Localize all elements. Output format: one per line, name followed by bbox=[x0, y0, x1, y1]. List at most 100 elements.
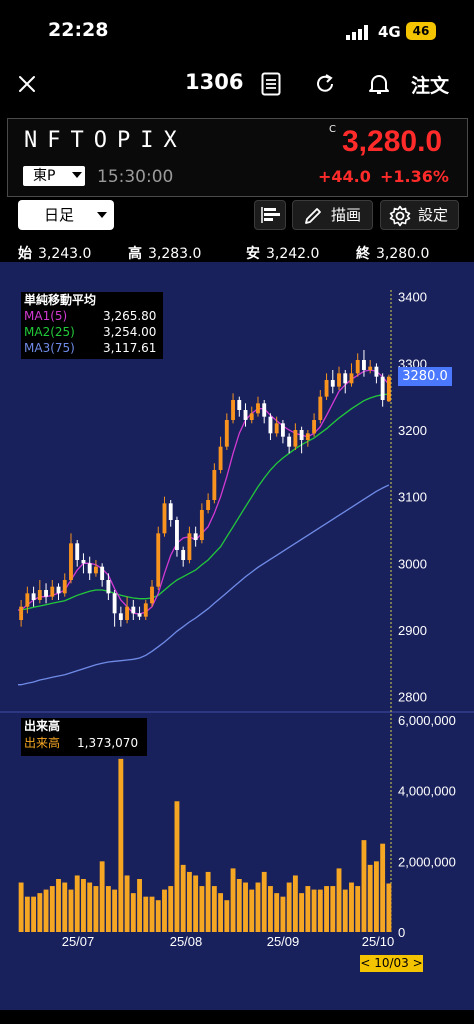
volume-bar bbox=[380, 843, 386, 932]
close-label: 終 bbox=[356, 246, 370, 262]
candle bbox=[280, 423, 285, 437]
candle bbox=[143, 603, 148, 617]
order-button[interactable]: 注文 bbox=[411, 71, 449, 98]
volume-bar bbox=[230, 868, 236, 932]
gear-icon bbox=[389, 205, 411, 227]
candle bbox=[218, 446, 223, 470]
candle bbox=[324, 380, 329, 397]
candle bbox=[212, 470, 217, 500]
volume-bar bbox=[224, 900, 230, 932]
volume-bar bbox=[211, 886, 217, 932]
volume-bar bbox=[180, 864, 186, 932]
ma2-line bbox=[18, 393, 389, 611]
status-time: 22:28 bbox=[48, 19, 109, 41]
close-icon[interactable] bbox=[18, 75, 36, 93]
candle bbox=[118, 613, 123, 620]
price-axis-tick: 2900 bbox=[398, 623, 427, 638]
candle bbox=[87, 563, 92, 574]
volume-bar bbox=[68, 889, 74, 932]
volume-bar bbox=[292, 875, 298, 932]
current-price: 3,280.0 bbox=[342, 125, 443, 158]
candle bbox=[31, 593, 36, 600]
candle bbox=[368, 366, 373, 370]
chevron-down-icon bbox=[97, 212, 107, 218]
volume-bar bbox=[373, 861, 379, 932]
volume-bar bbox=[99, 861, 105, 932]
settings-label: 設定 bbox=[418, 206, 449, 224]
close-stat: 終 3,280.0 bbox=[356, 243, 429, 263]
bottom-bar bbox=[0, 1010, 474, 1024]
candle bbox=[362, 360, 366, 370]
date-tag[interactable]: < 10/03 > bbox=[360, 955, 423, 972]
document-icon[interactable] bbox=[261, 72, 281, 96]
battery-icon: 46 bbox=[406, 22, 436, 40]
candle bbox=[37, 590, 42, 600]
volume-bar bbox=[317, 889, 323, 932]
volume-bar bbox=[56, 879, 61, 932]
candle bbox=[181, 550, 186, 560]
volume-bar bbox=[367, 864, 373, 932]
volume-bar bbox=[355, 886, 361, 932]
volume-legend: 出来高 出来高 1,373,070 bbox=[21, 718, 147, 756]
ma3-value: 3,117.61 bbox=[103, 341, 157, 355]
volume-bar bbox=[199, 886, 205, 932]
ma1-line bbox=[18, 369, 390, 615]
candle bbox=[268, 416, 273, 434]
volume-axis-tick: 0 bbox=[398, 925, 405, 940]
bell-icon[interactable] bbox=[368, 72, 390, 96]
price-axis-tick: 3200 bbox=[398, 423, 427, 438]
candle bbox=[206, 500, 211, 510]
candle bbox=[75, 543, 80, 560]
price-change-percent: +1.36% bbox=[380, 167, 449, 186]
volume-bar bbox=[74, 875, 80, 932]
indicator-button[interactable] bbox=[254, 200, 286, 230]
candle bbox=[106, 580, 111, 594]
candle bbox=[330, 380, 335, 387]
candle bbox=[224, 420, 229, 447]
date-axis-tick: 25/09 bbox=[267, 934, 300, 949]
candle bbox=[274, 423, 279, 434]
ticker-code: 1306 bbox=[185, 70, 244, 94]
candle bbox=[343, 373, 348, 384]
volume-bar bbox=[349, 882, 354, 932]
candle bbox=[137, 613, 142, 617]
draw-button[interactable]: 描画 bbox=[292, 200, 373, 230]
pencil-icon bbox=[305, 208, 321, 224]
date-axis-tick: 25/10 bbox=[362, 934, 395, 949]
volume-bar bbox=[124, 875, 130, 932]
volume-bar bbox=[342, 889, 348, 932]
candle bbox=[175, 520, 179, 550]
candle bbox=[150, 586, 154, 604]
candle bbox=[374, 366, 379, 377]
volume-bar bbox=[31, 896, 37, 932]
price-change: +44.0 bbox=[318, 167, 371, 186]
ma-legend: 単純移動平均 MA1(5) MA2(25) MA3(75) 3,265.80 3… bbox=[21, 292, 163, 359]
candle bbox=[93, 566, 98, 574]
candle bbox=[131, 606, 136, 614]
volume-bar bbox=[18, 882, 24, 932]
candle bbox=[318, 396, 323, 420]
chevron-down-icon bbox=[72, 172, 82, 178]
date-axis-tick: 25/07 bbox=[62, 934, 95, 949]
refresh-icon[interactable] bbox=[314, 73, 336, 95]
exchange-value: 東P bbox=[33, 168, 56, 184]
candle bbox=[349, 373, 354, 384]
volume-bar bbox=[286, 882, 292, 932]
open-value: 3,243.0 bbox=[38, 246, 92, 262]
volume-bar bbox=[112, 889, 118, 932]
volume-legend-title: 出来高 bbox=[24, 719, 61, 733]
candle bbox=[25, 593, 30, 607]
network-type: 4G bbox=[378, 23, 401, 41]
volume-bar bbox=[261, 871, 267, 932]
high-stat: 高 3,283.0 bbox=[128, 243, 201, 263]
quote-time: 15:30:00 bbox=[97, 167, 174, 187]
volume-bar bbox=[62, 882, 68, 932]
low-label: 安 bbox=[246, 246, 260, 262]
candle bbox=[256, 403, 260, 414]
signal-icon bbox=[346, 25, 368, 40]
volume-bar bbox=[162, 889, 167, 932]
volume-axis-tick: 2,000,000 bbox=[398, 854, 456, 869]
settings-button[interactable]: 設定 bbox=[380, 200, 459, 230]
volume-bar bbox=[130, 893, 136, 932]
volume-bar bbox=[280, 896, 286, 932]
